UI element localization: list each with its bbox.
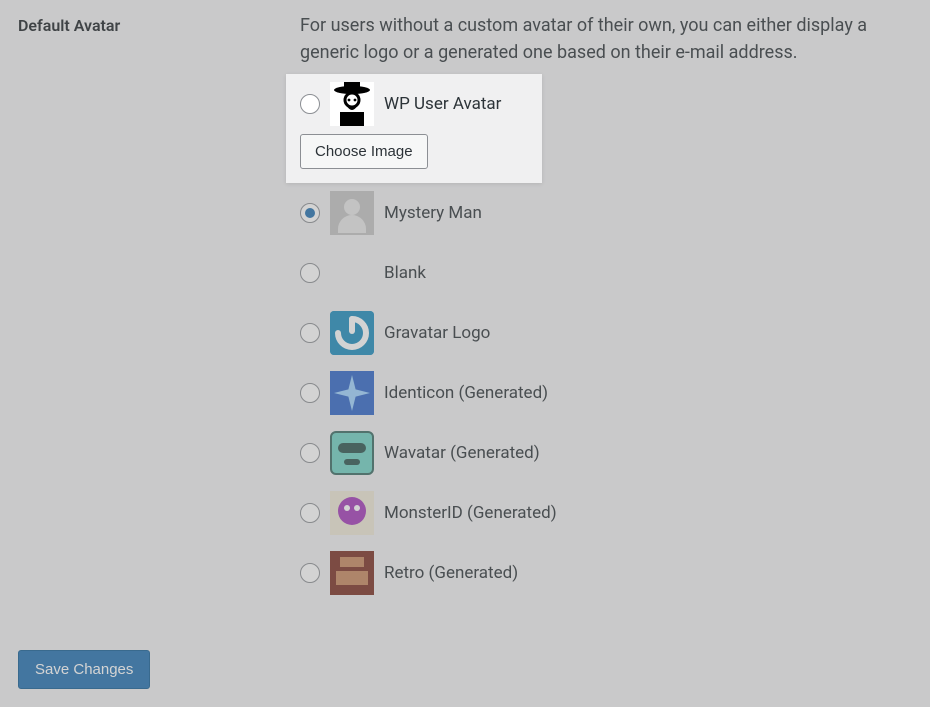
radio-wavatar[interactable] xyxy=(300,443,320,463)
option-label-retro: Retro (Generated) xyxy=(384,563,518,583)
option-label-monster: MonsterID (Generated) xyxy=(384,503,557,523)
radio-identicon[interactable] xyxy=(300,383,320,403)
retro-icon xyxy=(330,551,374,595)
blank-icon xyxy=(330,251,374,295)
choose-image-button[interactable]: Choose Image xyxy=(300,134,428,169)
identicon-icon xyxy=(330,371,374,415)
wp-user-avatar-icon xyxy=(330,82,374,126)
option-label-mystery: Mystery Man xyxy=(384,203,482,223)
radio-mystery[interactable] xyxy=(300,203,320,223)
save-changes-button[interactable]: Save Changes xyxy=(18,650,150,689)
mystery-icon xyxy=(330,191,374,235)
option-label-wp: WP User Avatar xyxy=(384,94,501,114)
option-blank[interactable]: Blank xyxy=(300,243,920,303)
option-gravatar[interactable]: Gravatar Logo xyxy=(300,303,920,363)
option-mystery[interactable]: Mystery Man xyxy=(300,183,920,243)
wavatar-icon xyxy=(330,431,374,475)
radio-wp-user-avatar[interactable] xyxy=(300,94,320,114)
gravatar-icon xyxy=(330,311,374,355)
option-wavatar[interactable]: Wavatar (Generated) xyxy=(300,423,920,483)
option-label-wavatar: Wavatar (Generated) xyxy=(384,443,540,463)
option-monster[interactable]: MonsterID (Generated) xyxy=(300,483,920,543)
option-label-blank: Blank xyxy=(384,263,426,283)
wp-user-avatar-panel: WP User Avatar Choose Image xyxy=(286,74,542,183)
option-identicon[interactable]: Identicon (Generated) xyxy=(300,363,920,423)
option-label-gravatar: Gravatar Logo xyxy=(384,323,490,343)
radio-gravatar[interactable] xyxy=(300,323,320,343)
section-description: For users without a custom avatar of the… xyxy=(300,12,920,66)
monster-icon xyxy=(330,491,374,535)
option-label-identicon: Identicon (Generated) xyxy=(384,383,548,403)
section-heading: Default Avatar xyxy=(0,12,300,35)
radio-monster[interactable] xyxy=(300,503,320,523)
option-retro[interactable]: Retro (Generated) xyxy=(300,543,920,603)
radio-blank[interactable] xyxy=(300,263,320,283)
radio-retro[interactable] xyxy=(300,563,320,583)
